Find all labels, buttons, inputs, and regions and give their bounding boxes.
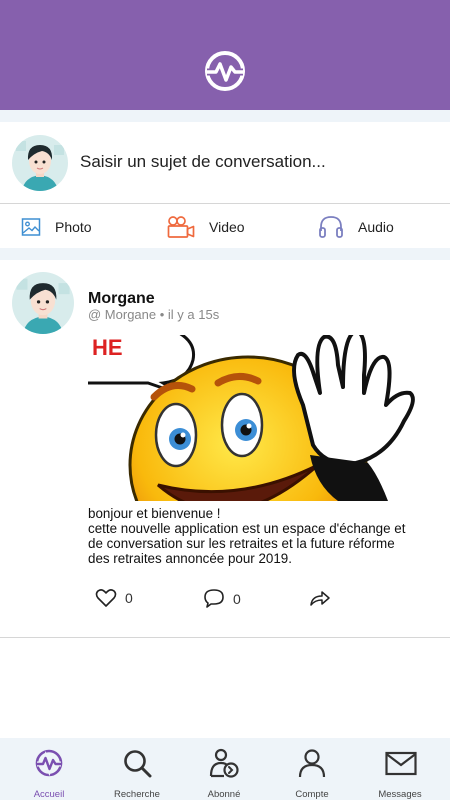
author-avatar-image xyxy=(12,272,74,334)
topic-input[interactable]: Saisir un sujet de conversation... xyxy=(80,152,326,172)
nav-item-compte[interactable]: Compte xyxy=(267,738,357,800)
headphones-icon xyxy=(319,215,343,238)
image-icon xyxy=(21,217,41,236)
avatar xyxy=(12,135,68,191)
like-count: 0 xyxy=(125,590,133,606)
pulse-circle-icon[interactable] xyxy=(204,50,246,92)
post-image[interactable]: HE xyxy=(88,335,424,501)
search-icon xyxy=(124,750,152,778)
nav-label: Compte xyxy=(295,789,329,800)
pulse-circle-icon xyxy=(35,749,63,777)
media-options: Photo Video Audio xyxy=(0,205,450,248)
nav-item-accueil[interactable]: Accueil xyxy=(4,738,94,800)
post-text-line: de conversation sur les retraites et la … xyxy=(88,536,395,551)
nav-label: Accueil xyxy=(33,789,65,800)
share-button[interactable] xyxy=(309,588,331,608)
comment-bubble-icon xyxy=(204,589,224,608)
nav-label: Abonné xyxy=(207,789,241,800)
post-composer: Saisir un sujet de conversation... xyxy=(0,122,450,204)
nav-label: Recherche xyxy=(114,789,160,800)
audio-button[interactable]: Audio xyxy=(318,205,394,248)
author-avatar[interactable] xyxy=(12,272,74,334)
divider-band xyxy=(0,248,450,260)
waving-smiley-image: HE xyxy=(88,335,424,501)
user-avatar-image xyxy=(12,135,68,191)
post-author-name[interactable]: Morgane xyxy=(88,290,155,308)
post-text-line: cette nouvelle application est un espace… xyxy=(88,521,406,536)
post-text-line: bonjour et bienvenue ! xyxy=(88,506,221,521)
nav-item-recherche[interactable]: Recherche xyxy=(92,738,182,800)
post-meta: @ Morgane • il y a 15s xyxy=(88,307,220,322)
post-text-line: des retraites annoncée pour 2019. xyxy=(88,551,292,566)
like-button[interactable]: 0 xyxy=(95,588,133,608)
video-camera-icon xyxy=(167,215,195,238)
share-arrow-icon xyxy=(310,591,330,606)
photo-label: Photo xyxy=(55,218,92,235)
comment-count: 0 xyxy=(233,590,241,607)
divider-band xyxy=(0,110,450,122)
video-label: Video xyxy=(209,218,245,235)
post-body: bonjour et bienvenue ! cette nouvelle ap… xyxy=(88,506,433,566)
app-header xyxy=(0,0,450,110)
video-button[interactable]: Video xyxy=(167,205,245,248)
heart-icon xyxy=(95,589,117,607)
nav-item-messages[interactable]: Messages xyxy=(355,738,445,800)
audio-label: Audio xyxy=(358,218,394,235)
nav-item-abonne[interactable]: Abonné xyxy=(179,738,269,800)
nav-label: Messages xyxy=(378,789,422,800)
bottom-navigation: Accueil Recherche Abonné Compte Messages xyxy=(0,738,450,800)
feed-post: Morgane @ Morgane • il y a 15s HE bonjou… xyxy=(0,260,450,638)
user-icon xyxy=(298,749,326,778)
user-follow-icon xyxy=(209,748,239,778)
photo-button[interactable]: Photo xyxy=(21,205,92,248)
comment-button[interactable]: 0 xyxy=(203,588,241,609)
post-actions: 0 0 xyxy=(93,588,343,612)
envelope-icon xyxy=(385,751,417,776)
svg-text:HE: HE xyxy=(92,335,123,360)
